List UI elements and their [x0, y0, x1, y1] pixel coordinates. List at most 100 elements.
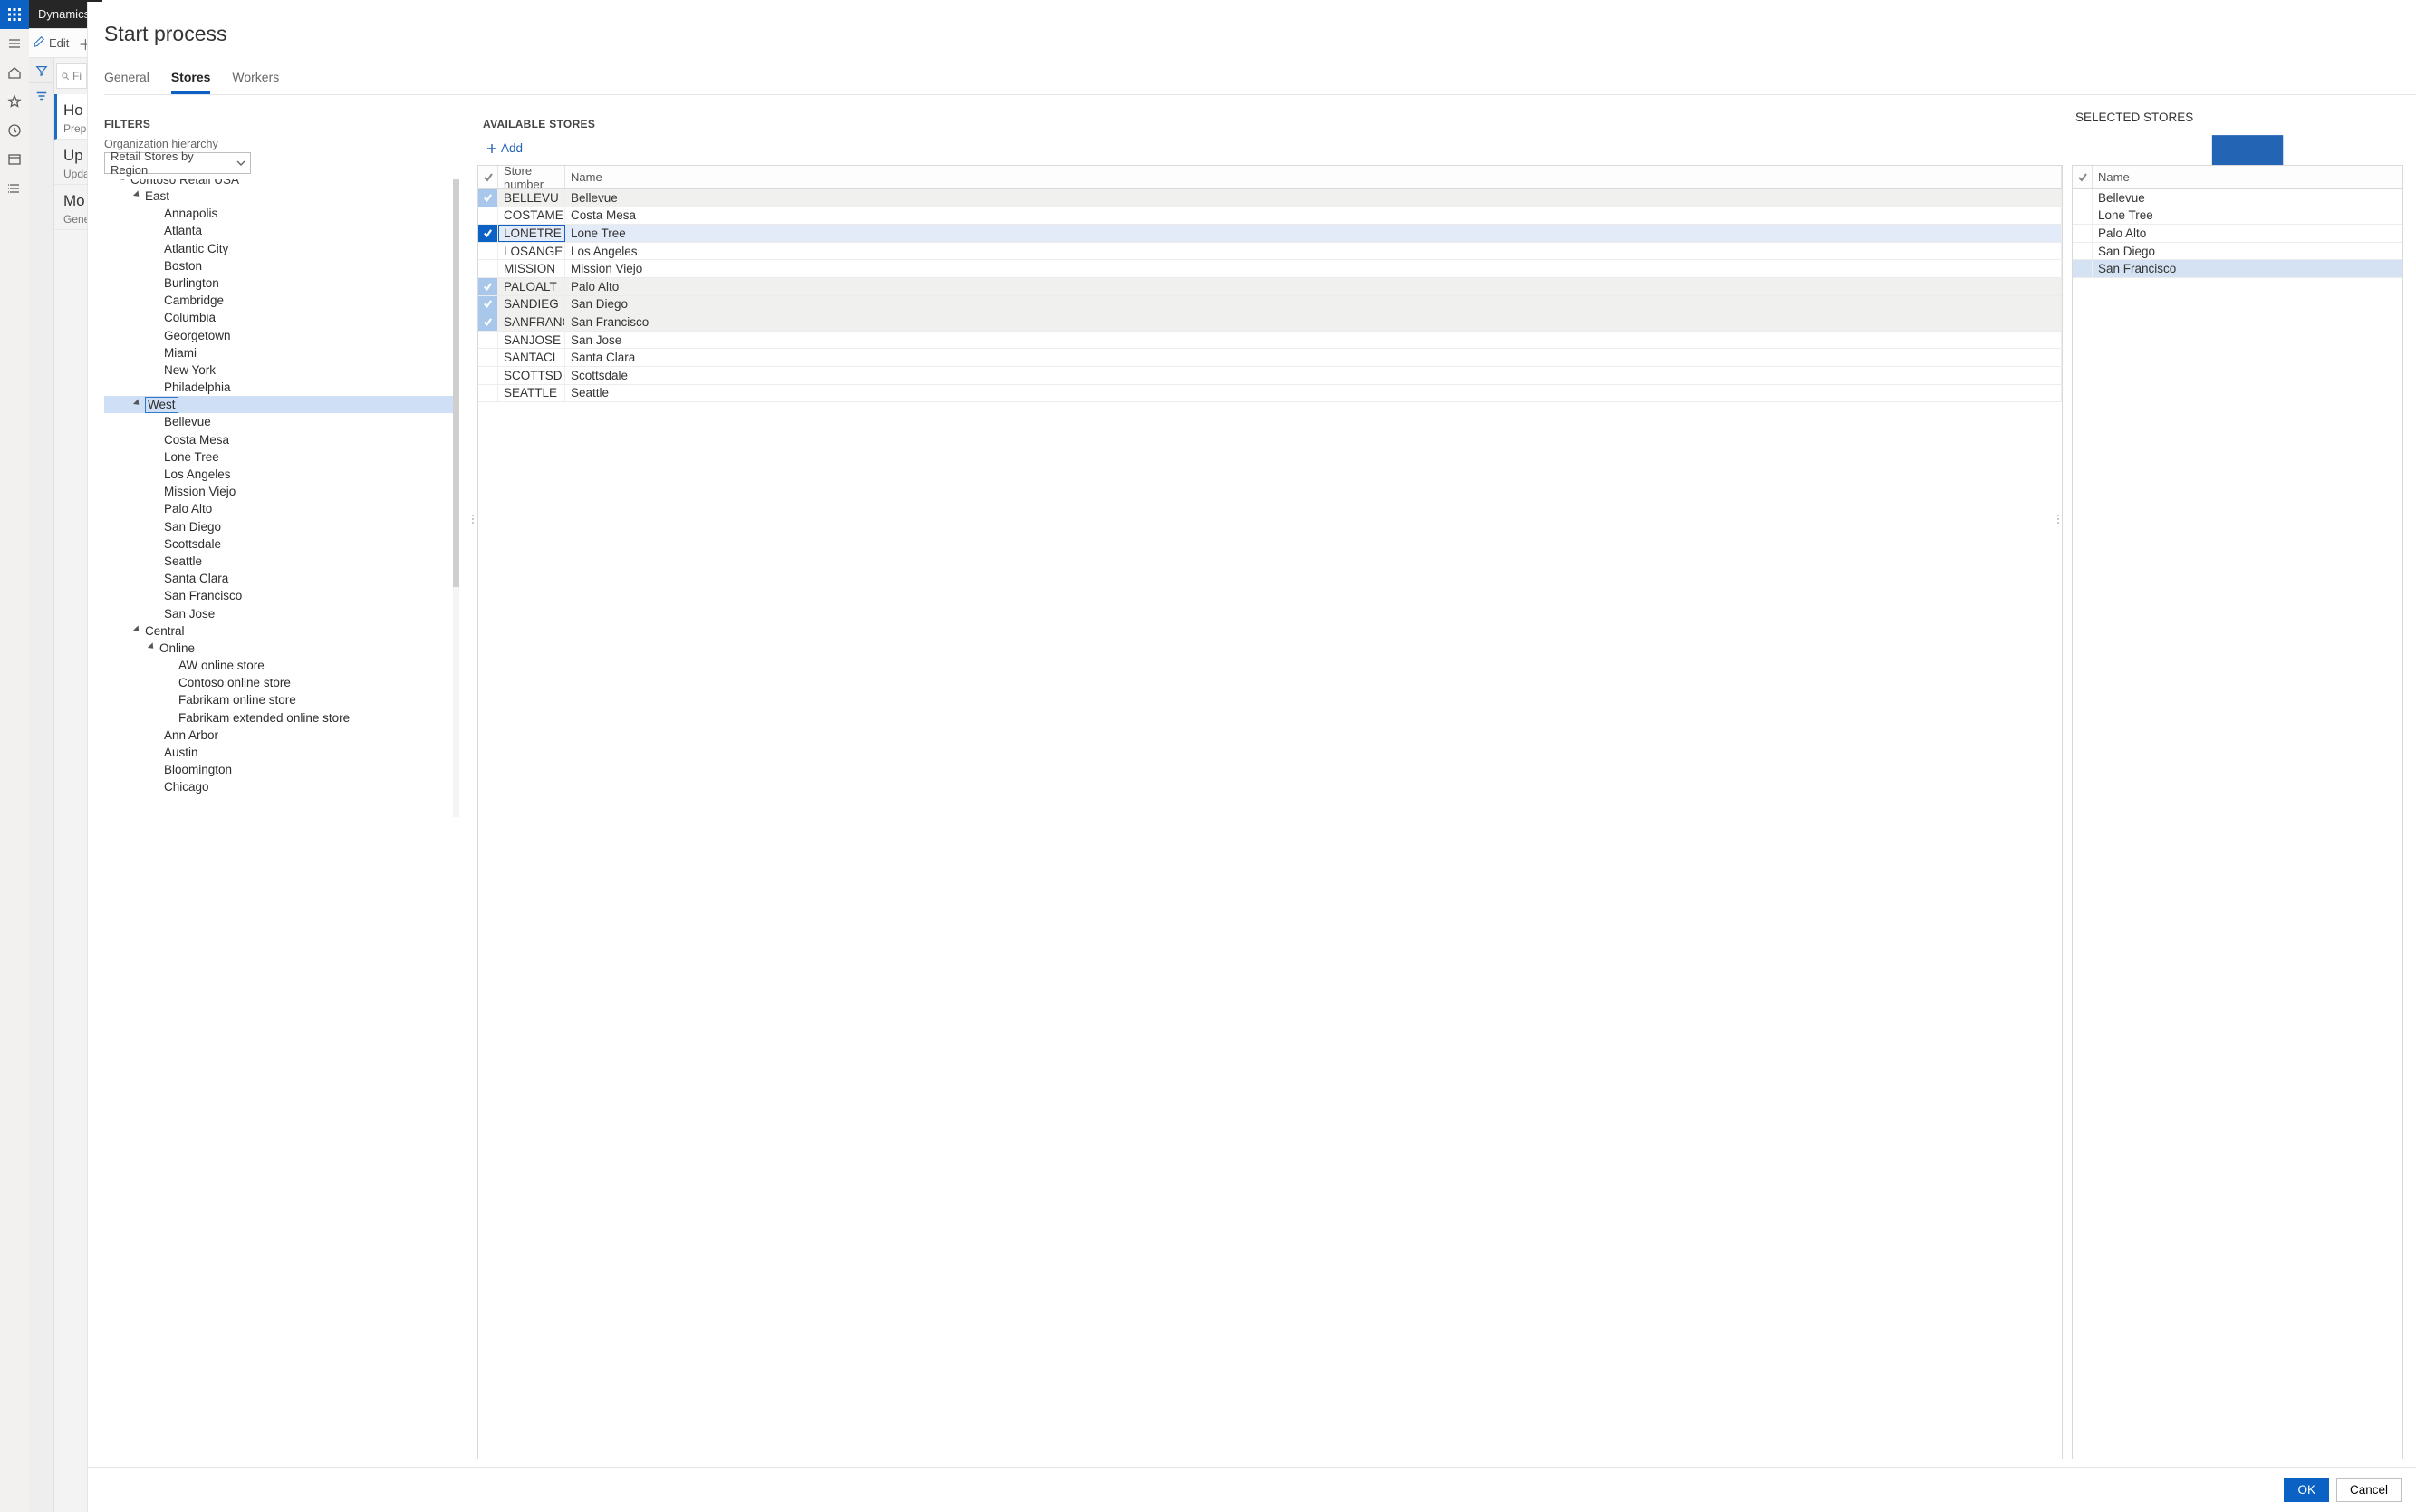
row-checkbox[interactable] — [478, 385, 498, 402]
tree-node[interactable]: Los Angeles — [104, 466, 459, 483]
tree-node[interactable]: Palo Alto — [104, 500, 459, 517]
available-row[interactable]: PALOALTPalo Alto — [478, 278, 2062, 296]
tree-node[interactable]: Ann Arbor — [104, 727, 459, 744]
tree-node[interactable]: Chicago — [104, 778, 459, 795]
cancel-button[interactable]: Cancel — [2336, 1478, 2402, 1502]
column-store-number[interactable]: Store number — [498, 166, 565, 188]
tree-node[interactable]: Fabrikam online store — [104, 691, 459, 708]
bg-nav-item[interactable]: MoGene — [54, 185, 89, 230]
caret-icon[interactable] — [133, 400, 141, 408]
available-row[interactable]: SANFRANCISSan Francisco — [478, 313, 2062, 332]
available-row[interactable]: MISSIONMission Viejo — [478, 260, 2062, 278]
caret-icon[interactable] — [119, 179, 127, 183]
app-launcher-icon[interactable] — [0, 0, 29, 29]
tree-node[interactable]: Philadelphia — [104, 379, 459, 396]
available-row[interactable]: LOSANGELos Angeles — [478, 243, 2062, 261]
tab-stores[interactable]: Stores — [171, 70, 211, 94]
tree-node[interactable]: San Francisco — [104, 587, 459, 604]
select-all-checkbox-selected[interactable] — [2073, 166, 2093, 188]
row-checkbox[interactable] — [478, 189, 498, 207]
row-checkbox[interactable] — [2073, 260, 2093, 277]
row-checkbox[interactable] — [2073, 225, 2093, 242]
available-row[interactable]: SANTACLSanta Clara — [478, 349, 2062, 367]
selected-row[interactable]: San Diego — [2073, 243, 2402, 261]
tree-node[interactable]: East — [104, 188, 459, 205]
tree-node[interactable]: Costa Mesa — [104, 431, 459, 448]
tree-node[interactable]: Boston — [104, 257, 459, 274]
row-checkbox[interactable] — [478, 367, 498, 384]
tree-node[interactable]: Burlington — [104, 274, 459, 292]
tree-node[interactable]: Miami — [104, 344, 459, 361]
tree-node[interactable]: San Diego — [104, 518, 459, 535]
row-checkbox[interactable] — [2073, 207, 2093, 225]
tree-node[interactable]: Atlanta — [104, 222, 459, 239]
tree-node[interactable]: Mission Viejo — [104, 483, 459, 500]
available-row[interactable]: COSTAMECosta Mesa — [478, 207, 2062, 226]
funnel-icon[interactable] — [29, 58, 54, 83]
column-name[interactable]: Name — [565, 166, 2062, 188]
row-checkbox[interactable] — [2073, 189, 2093, 207]
tree-node[interactable]: Annapolis — [104, 205, 459, 222]
row-checkbox[interactable] — [478, 332, 498, 349]
caret-icon[interactable] — [133, 190, 141, 198]
available-row[interactable]: SANDIEGSan Diego — [478, 296, 2062, 314]
row-checkbox[interactable] — [478, 243, 498, 260]
bg-search-input[interactable]: Fi — [56, 63, 87, 89]
tree-node[interactable]: Atlantic City — [104, 240, 459, 257]
tree-node[interactable]: Bloomington — [104, 761, 459, 778]
tree-node[interactable]: West — [104, 396, 459, 413]
splitter-right[interactable] — [2055, 509, 2061, 529]
tree-node[interactable]: Bellevue — [104, 413, 459, 430]
bg-nav-item[interactable]: HoPrep — [54, 94, 89, 140]
selected-column-name[interactable]: Name — [2093, 166, 2402, 188]
tree-node[interactable]: Seattle — [104, 553, 459, 570]
caret-icon[interactable] — [133, 625, 141, 633]
available-row[interactable]: SCOTTSDScottsdale — [478, 367, 2062, 385]
row-checkbox[interactable] — [478, 260, 498, 277]
row-checkbox[interactable] — [478, 225, 498, 242]
row-checkbox[interactable] — [478, 313, 498, 331]
tree-node[interactable]: Central — [104, 622, 459, 640]
caret-icon[interactable] — [148, 642, 156, 650]
row-checkbox[interactable] — [478, 296, 498, 313]
available-row[interactable]: LONETRELone Tree — [478, 225, 2062, 243]
selected-row[interactable]: Lone Tree — [2073, 207, 2402, 226]
bg-nav-item[interactable]: UpUpda — [54, 140, 89, 185]
tree-node[interactable]: AW online store — [104, 657, 459, 674]
selected-row[interactable]: San Francisco — [2073, 260, 2402, 278]
sort-icon[interactable] — [29, 83, 54, 109]
tree-node[interactable]: Austin — [104, 744, 459, 761]
tree-node[interactable]: Lone Tree — [104, 448, 459, 466]
tree-node[interactable]: Contoso Retail USA — [104, 179, 459, 188]
row-checkbox[interactable] — [478, 278, 498, 295]
select-all-checkbox[interactable] — [478, 166, 498, 188]
tab-general[interactable]: General — [104, 70, 149, 94]
tree-node[interactable]: Columbia — [104, 309, 459, 326]
tree-node[interactable]: Online — [104, 640, 459, 657]
tree-scrollbar[interactable] — [453, 179, 459, 817]
tree-node[interactable]: San Jose — [104, 605, 459, 622]
tree-node[interactable]: Scottsdale — [104, 535, 459, 553]
recent-icon[interactable] — [0, 116, 29, 145]
tree-node[interactable]: Contoso online store — [104, 674, 459, 691]
scrollbar-thumb[interactable] — [453, 179, 459, 587]
tab-workers[interactable]: Workers — [232, 70, 279, 94]
tree-node[interactable]: Santa Clara — [104, 570, 459, 587]
hierarchy-select[interactable]: Retail Stores by Region — [104, 152, 251, 174]
tree-node[interactable]: New York — [104, 361, 459, 379]
row-checkbox[interactable] — [2073, 243, 2093, 260]
home-icon[interactable] — [0, 58, 29, 87]
selected-row[interactable]: Bellevue — [2073, 189, 2402, 207]
tree-node[interactable]: Cambridge — [104, 292, 459, 309]
available-row[interactable]: SANJOSESan Jose — [478, 332, 2062, 350]
modules-icon[interactable] — [0, 174, 29, 203]
hamburger-icon[interactable] — [0, 29, 29, 58]
favorite-icon[interactable] — [0, 87, 29, 116]
available-row[interactable]: BELLEVUBellevue — [478, 189, 2062, 207]
tree-node[interactable]: Georgetown — [104, 327, 459, 344]
row-checkbox[interactable] — [478, 207, 498, 225]
row-checkbox[interactable] — [478, 349, 498, 366]
tree-node[interactable]: Fabrikam extended online store — [104, 709, 459, 727]
edit-button[interactable]: Edit — [49, 36, 69, 50]
ok-button[interactable]: OK — [2284, 1478, 2329, 1502]
